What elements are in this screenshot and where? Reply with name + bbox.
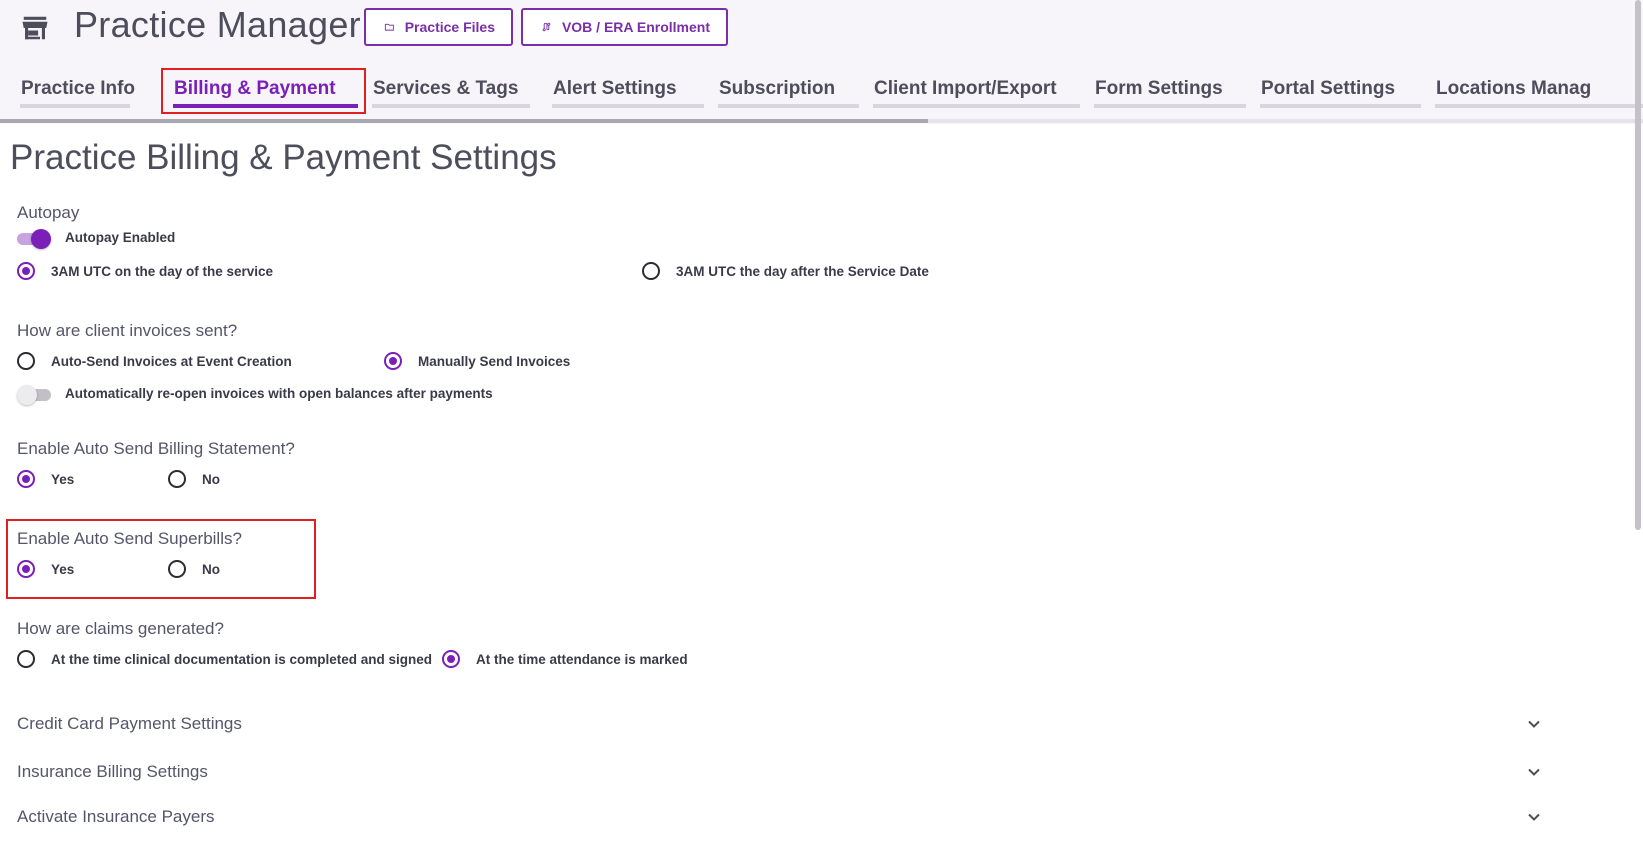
practice-files-label: Practice Files bbox=[404, 19, 495, 35]
chevron-down-icon[interactable] bbox=[1526, 764, 1542, 780]
option-label: No bbox=[202, 561, 220, 577]
autopay-toggle[interactable] bbox=[17, 229, 51, 249]
tab-client-import-export[interactable]: Client Import/Export bbox=[873, 78, 1080, 108]
tab-locations-manager[interactable]: Locations Manag bbox=[1435, 78, 1643, 108]
radio-button[interactable] bbox=[17, 560, 35, 578]
store-icon bbox=[22, 16, 48, 40]
billing-statement-label: Enable Auto Send Billing Statement? bbox=[17, 439, 295, 458]
reopen-invoices-toggle[interactable] bbox=[17, 385, 51, 405]
claims-option-documentation[interactable]: At the time clinical documentation is co… bbox=[17, 650, 432, 668]
option-label: Manually Send Invoices bbox=[418, 353, 571, 369]
radio-button[interactable] bbox=[168, 470, 186, 488]
practice-files-button[interactable]: Practice Files bbox=[364, 8, 513, 46]
route-icon bbox=[542, 22, 551, 32]
claims-label: How are claims generated? bbox=[17, 619, 224, 638]
radio-button[interactable] bbox=[17, 352, 35, 370]
accordion-label: Insurance Billing Settings bbox=[17, 762, 208, 781]
tab-form-settings[interactable]: Form Settings bbox=[1094, 78, 1246, 108]
accordion-label: Credit Card Payment Settings bbox=[17, 714, 242, 733]
tab-practice-info[interactable]: Practice Info bbox=[20, 78, 135, 108]
accordion-credit-card-settings[interactable]: Credit Card Payment Settings bbox=[17, 714, 1542, 744]
option-label: Yes bbox=[51, 561, 75, 577]
tab-portal-settings[interactable]: Portal Settings bbox=[1260, 78, 1421, 108]
radio-button[interactable] bbox=[442, 650, 460, 668]
radio-button[interactable] bbox=[384, 352, 402, 370]
invoices-option-manual[interactable]: Manually Send Invoices bbox=[384, 352, 570, 370]
page-scrollbar[interactable] bbox=[1633, 0, 1643, 862]
radio-button[interactable] bbox=[168, 560, 186, 578]
option-label: 3AM UTC the day after the Service Date bbox=[676, 263, 929, 279]
billing-statement-yes[interactable]: Yes bbox=[17, 470, 74, 488]
accordion-activate-insurance-payers[interactable]: Activate Insurance Payers bbox=[17, 807, 1542, 837]
superbills-yes[interactable]: Yes bbox=[17, 560, 74, 578]
autopay-option-day-after[interactable]: 3AM UTC the day after the Service Date bbox=[642, 262, 929, 280]
radio-button[interactable] bbox=[17, 650, 35, 668]
tab-alert-settings[interactable]: Alert Settings bbox=[552, 78, 704, 108]
option-label: 3AM UTC on the day of the service bbox=[51, 263, 274, 279]
app-title: Practice Manager bbox=[74, 4, 361, 45]
folder-icon bbox=[384, 23, 394, 31]
option-label: At the time clinical documentation is co… bbox=[51, 651, 433, 667]
reopen-invoices-toggle-label: Automatically re-open invoices with open… bbox=[65, 386, 493, 401]
autopay-label: Autopay bbox=[17, 203, 80, 222]
accordion-insurance-billing-settings[interactable]: Insurance Billing Settings bbox=[17, 762, 1542, 792]
option-label: No bbox=[202, 471, 220, 487]
chevron-down-icon[interactable] bbox=[1526, 716, 1542, 732]
vob-era-enrollment-label: VOB / ERA Enrollment bbox=[561, 19, 710, 35]
superbills-label: Enable Auto Send Superbills? bbox=[17, 529, 242, 548]
radio-button[interactable] bbox=[642, 262, 660, 280]
accordion-label: Activate Insurance Payers bbox=[17, 807, 215, 826]
tab-highlight-box bbox=[161, 68, 366, 114]
tab-subscription[interactable]: Subscription bbox=[718, 78, 859, 108]
option-label: Yes bbox=[51, 471, 75, 487]
invoices-label: How are client invoices sent? bbox=[17, 321, 238, 340]
chevron-down-icon[interactable] bbox=[1526, 809, 1542, 825]
autopay-toggle-label: Autopay Enabled bbox=[65, 230, 176, 245]
tab-services-tags[interactable]: Services & Tags bbox=[372, 78, 530, 108]
option-label: Auto-Send Invoices at Event Creation bbox=[51, 353, 292, 369]
option-label: At the time attendance is marked bbox=[476, 651, 688, 667]
vob-era-enrollment-button[interactable]: VOB / ERA Enrollment bbox=[521, 8, 728, 46]
invoices-option-auto-send[interactable]: Auto-Send Invoices at Event Creation bbox=[17, 352, 292, 370]
page-scrollbar-thumb[interactable] bbox=[1635, 0, 1641, 530]
superbills-no[interactable]: No bbox=[168, 560, 220, 578]
autopay-option-day-of-service[interactable]: 3AM UTC on the day of the service bbox=[17, 262, 273, 280]
tabs-scrollbar-thumb[interactable] bbox=[0, 119, 928, 123]
claims-option-attendance[interactable]: At the time attendance is marked bbox=[442, 650, 688, 668]
radio-button[interactable] bbox=[17, 262, 35, 280]
page-title: Practice Billing & Payment Settings bbox=[10, 138, 557, 177]
radio-button[interactable] bbox=[17, 470, 35, 488]
billing-statement-no[interactable]: No bbox=[168, 470, 220, 488]
